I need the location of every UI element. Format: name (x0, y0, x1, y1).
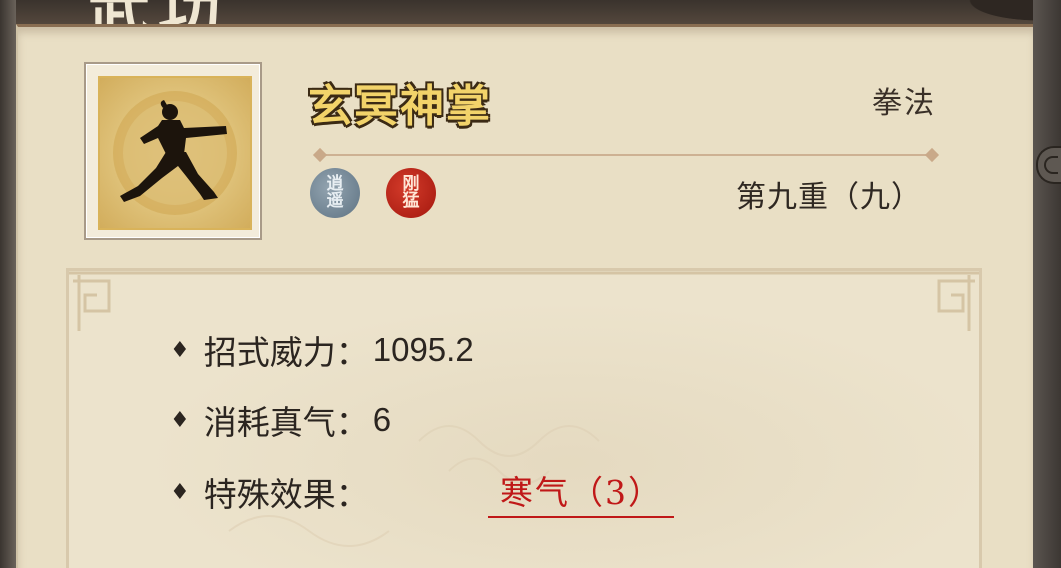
tag-seal-label: 逍遥 (326, 174, 344, 211)
martial-artist-stance-icon (98, 76, 252, 230)
stat-power: ♦ 招式威力： 1095.2 (170, 326, 474, 374)
stat-cost-label: 消耗真气： (203, 403, 369, 442)
diamond-bullet-icon: ♦ (170, 337, 190, 363)
stat-effect: ♦ 特殊效果： (170, 468, 369, 516)
tag-seal-gangmeng[interactable]: 刚猛 (386, 168, 436, 218)
skill-level: 第九重（九） (736, 180, 922, 215)
special-effect-link[interactable]: 寒气（3） (500, 466, 663, 514)
skill-icon-frame[interactable] (84, 62, 262, 240)
tag-seal-xiaoyao[interactable]: 逍遥 (310, 168, 360, 218)
special-effect-underline (488, 516, 674, 518)
skill-detail-screen: 武功 玄冥神掌 拳法 逍遥 刚猛 (0, 0, 1061, 568)
stat-cost-value: 6 (372, 401, 392, 438)
stat-cost: ♦ 消耗真气： 6 (170, 396, 391, 444)
stat-effect-label: 特殊效果： (203, 475, 369, 514)
header-divider (318, 154, 936, 156)
diamond-bullet-icon: ♦ (170, 479, 190, 505)
right-border (1033, 0, 1061, 568)
skill-name: 玄冥神掌 (308, 81, 492, 132)
stat-power-label: 招式威力： (203, 333, 369, 372)
skill-type: 拳法 (872, 86, 936, 121)
stat-power-value: 1095.2 (372, 331, 474, 368)
diamond-bullet-icon: ♦ (170, 407, 190, 433)
left-border (0, 0, 16, 568)
tag-seal-label: 刚猛 (402, 174, 420, 211)
